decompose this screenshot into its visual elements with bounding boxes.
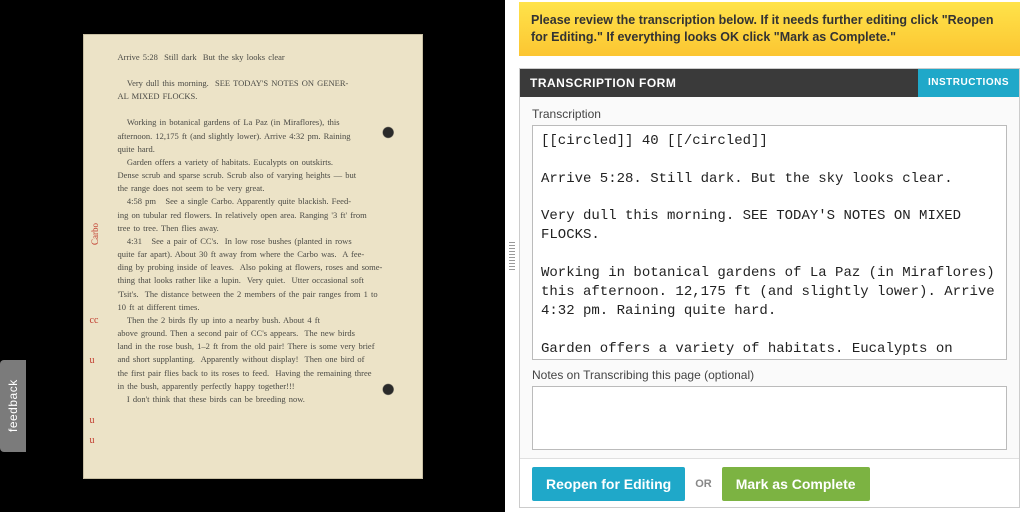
manuscript-page: Carbo cc u u u Arrive 5:28 Still dark Bu…	[83, 34, 423, 479]
instructions-label: INSTRUCTIONS	[928, 77, 1009, 88]
margin-note: Carbo	[90, 223, 100, 245]
mark-complete-button[interactable]: Mark as Complete	[722, 467, 870, 501]
margin-note: u	[90, 435, 95, 446]
form-actions: Reopen for Editing OR Mark as Complete	[520, 458, 1019, 507]
or-text: OR	[695, 478, 712, 490]
notes-textarea[interactable]	[532, 386, 1007, 450]
feedback-label: feedback	[6, 380, 20, 433]
form-header: TRANSCRIPTION FORM INSTRUCTIONS	[520, 69, 1019, 97]
margin-note: u	[90, 415, 95, 426]
margin-note: u	[90, 355, 95, 366]
transcription-textarea[interactable]	[532, 125, 1007, 360]
alert-text: Please review the transcription below. I…	[531, 13, 994, 44]
transcription-label: Transcription	[532, 107, 1007, 121]
review-alert: Please review the transcription below. I…	[519, 2, 1020, 56]
reopen-button[interactable]: Reopen for Editing	[532, 467, 685, 501]
margin-note: cc	[90, 315, 99, 326]
grip-icon	[509, 242, 515, 270]
feedback-tab[interactable]: feedback	[0, 360, 26, 452]
notes-label: Notes on Transcribing this page (optiona…	[532, 368, 1007, 382]
pane-resize-handle[interactable]	[505, 0, 519, 512]
instructions-button[interactable]: INSTRUCTIONS	[918, 69, 1019, 97]
transcription-form: TRANSCRIPTION FORM INSTRUCTIONS Transcri…	[519, 68, 1020, 508]
app-root: feedback Carbo cc u u u Arrive 5:28 Stil…	[0, 0, 1024, 512]
manuscript-text: Arrive 5:28 Still dark But the sky looks…	[118, 51, 400, 407]
form-body: Transcription Notes on Transcribing this…	[520, 97, 1019, 458]
right-panel: Please review the transcription below. I…	[519, 0, 1024, 512]
image-viewer[interactable]: Carbo cc u u u Arrive 5:28 Still dark Bu…	[0, 0, 505, 512]
form-title: TRANSCRIPTION FORM	[520, 69, 686, 97]
